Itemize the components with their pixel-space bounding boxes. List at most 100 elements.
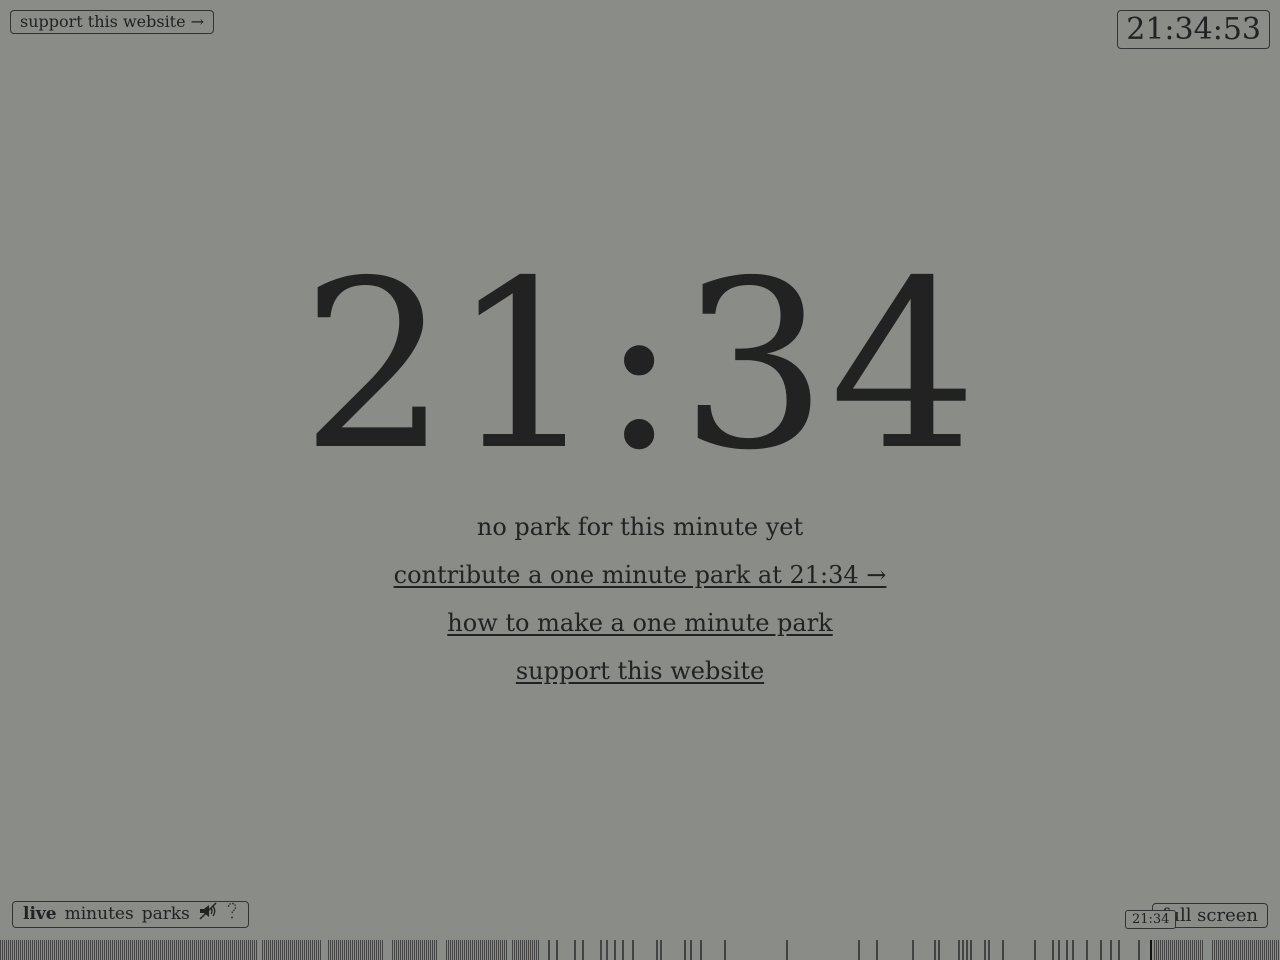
timeline-tick: [78, 940, 79, 960]
timeline-tick: [534, 940, 535, 960]
timeline-tick: [110, 940, 111, 960]
timeline-tick: [690, 940, 692, 960]
timeline-tick: [170, 940, 171, 960]
timeline-tick: [356, 940, 357, 960]
timeline-tick: [520, 940, 521, 960]
timeline-tick: [484, 940, 485, 960]
timeline-tick: [26, 940, 27, 960]
timeline-tick: [532, 940, 533, 960]
timeline-tick: [274, 940, 275, 960]
timeline-tick: [1034, 940, 1036, 960]
timeline-tick: [66, 940, 67, 960]
timeline-tick: [72, 940, 73, 960]
timeline-tick: [200, 940, 201, 960]
timeline-tick: [348, 940, 349, 960]
timeline-tick: [380, 940, 381, 960]
how-to-make-park-link[interactable]: how to make a one minute park: [447, 609, 832, 637]
timeline-tick: [470, 940, 471, 960]
timeline-tick: [556, 940, 558, 960]
timeline-tick: [30, 940, 31, 960]
timeline-tick: [134, 940, 135, 960]
timeline-tick: [276, 940, 277, 960]
timeline-tick: [278, 940, 279, 960]
timeline-tick: [350, 940, 351, 960]
timeline-tick: [700, 940, 702, 960]
timeline-tick: [424, 940, 425, 960]
timeline-tick: [486, 940, 487, 960]
timeline-tick: [1248, 940, 1249, 960]
timeline-tick: [18, 940, 19, 960]
timeline-tick: [1172, 940, 1173, 960]
timeline-tick: [1164, 940, 1165, 960]
timeline-tick: [466, 940, 467, 960]
timeline-tick: [256, 940, 257, 960]
timeline-tick: [1194, 940, 1195, 960]
timeline-tick: [1186, 940, 1187, 960]
timeline-tick: [174, 940, 175, 960]
timeline-tick: [536, 940, 537, 960]
timeline-tick: [478, 940, 479, 960]
minute-timeline[interactable]: [0, 940, 1280, 960]
timeline-tick: [216, 940, 217, 960]
timeline-tick: [332, 940, 333, 960]
timeline-tick: [246, 940, 247, 960]
support-website-button[interactable]: support this website →: [10, 10, 215, 34]
timeline-tick: [70, 940, 71, 960]
minute-info: no park for this minute yet contribute a…: [0, 512, 1280, 704]
timeline-tick: [574, 940, 576, 960]
timeline-tick: [172, 940, 173, 960]
contribute-park-link[interactable]: contribute a one minute park at 21:34 →: [394, 561, 887, 589]
timeline-tick: [250, 940, 251, 960]
timeline-tick: [514, 940, 515, 960]
timeline-tick: [430, 940, 431, 960]
timeline-tick: [334, 940, 335, 960]
timeline-tick: [396, 940, 397, 960]
timeline-tick: [98, 940, 99, 960]
timeline-tick: [96, 940, 97, 960]
timeline-tick: [190, 940, 191, 960]
timeline-tick: [282, 940, 283, 960]
timeline-tick: [1170, 940, 1171, 960]
timeline-tick: [86, 940, 87, 960]
timeline-tick: [24, 940, 25, 960]
timeline-tick: [204, 940, 205, 960]
timeline-tick: [336, 940, 337, 960]
timeline-tick: [1158, 940, 1159, 960]
timeline-tick: [198, 940, 199, 960]
question-icon[interactable]: [226, 902, 238, 928]
mode-live[interactable]: live: [23, 902, 57, 927]
support-website-link[interactable]: support this website: [516, 657, 764, 685]
timeline-tick: [68, 940, 69, 960]
timeline-tick: [1238, 940, 1239, 960]
timeline-tick: [1166, 940, 1167, 960]
timeline-tick: [368, 940, 369, 960]
timeline-tick: [1118, 940, 1120, 960]
timeline-tick: [1058, 940, 1060, 960]
timeline-tick: [118, 940, 119, 960]
timeline-tick: [1272, 940, 1273, 960]
mode-minutes[interactable]: minutes: [65, 902, 134, 927]
timeline-tick: [524, 940, 525, 960]
timeline-tick: [1234, 940, 1235, 960]
timeline-tick: [410, 940, 411, 960]
timeline-tick: [44, 940, 45, 960]
timeline-tick: [1232, 940, 1233, 960]
timeline-tick: [548, 940, 550, 960]
timeline-tick: [142, 940, 143, 960]
sound-muted-icon[interactable]: [198, 901, 218, 928]
timeline-tick: [152, 940, 153, 960]
timeline-tick: [504, 940, 505, 960]
timeline-tick: [92, 940, 93, 960]
timeline-tick: [218, 940, 219, 960]
mode-parks[interactable]: parks: [142, 902, 190, 927]
timeline-tick: [136, 940, 137, 960]
timeline-tick: [240, 940, 241, 960]
timeline-tick: [490, 940, 491, 960]
timeline-tick: [354, 940, 355, 960]
timeline-tick: [42, 940, 43, 960]
timeline-tick: [186, 940, 187, 960]
timeline-tick: [158, 940, 159, 960]
timeline-tick: [1240, 940, 1241, 960]
timeline-tick: [1188, 940, 1189, 960]
timeline-tick: [14, 940, 15, 960]
